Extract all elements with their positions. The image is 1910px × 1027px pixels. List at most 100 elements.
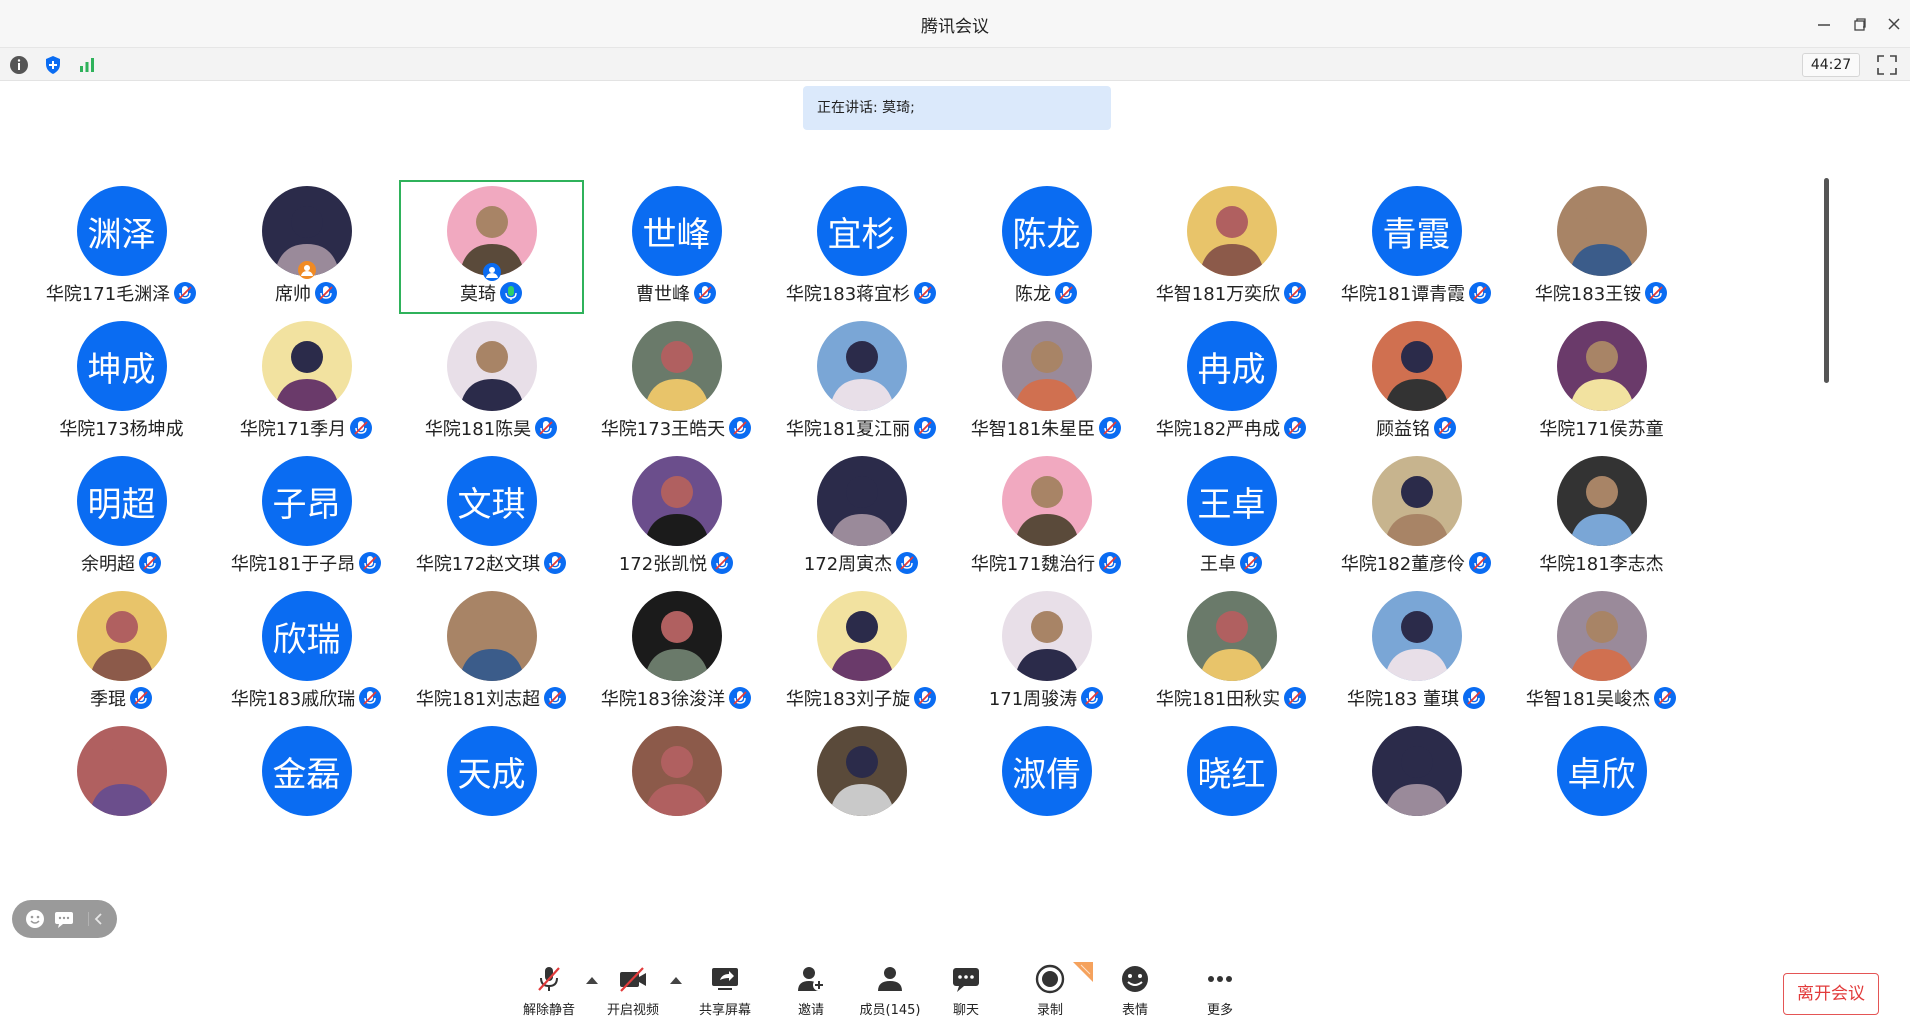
minimize-icon[interactable]: [1812, 12, 1836, 36]
participant-tile[interactable]: 莫琦: [399, 180, 584, 314]
participant-tile[interactable]: 陈龙 陈龙: [954, 180, 1139, 314]
participant-tile[interactable]: 华院183 董琪: [1324, 585, 1509, 719]
chat-button[interactable]: 聊天: [931, 963, 1001, 1018]
participant-tile[interactable]: 华智181万奕欣: [1139, 180, 1324, 314]
participant-name: 华院183 董琪: [1346, 689, 1460, 710]
participant-tile[interactable]: 青霞 华院181谭青霞: [1324, 180, 1509, 314]
participant-tile[interactable]: [1324, 720, 1509, 854]
participant-tile[interactable]: 华院181夏江丽: [769, 315, 954, 449]
participant-tile[interactable]: 天成: [399, 720, 584, 854]
message-icon[interactable]: [53, 908, 75, 930]
participant-tile[interactable]: [769, 720, 954, 854]
participant-tile[interactable]: 欣瑞 华院183戚欣瑞: [214, 585, 399, 719]
members-button[interactable]: 成员(145): [855, 963, 925, 1018]
restore-icon[interactable]: [1848, 12, 1872, 36]
avatar-initials: 世峰: [642, 214, 711, 255]
title-bar: 腾讯会议: [0, 0, 1910, 48]
participant-tile[interactable]: 王卓 王卓: [1139, 450, 1324, 584]
participant-tile[interactable]: 华智181吴峻杰: [1509, 585, 1694, 719]
participant-tile[interactable]: 华院182董彦伶: [1324, 450, 1509, 584]
participant-tile[interactable]: 华院183王铵: [1509, 180, 1694, 314]
participant-tile[interactable]: 顾益铭: [1324, 315, 1509, 449]
audio-options-caret-icon[interactable]: [586, 977, 598, 984]
participant-name-row: 华院181刘志超: [399, 685, 584, 711]
participant-tile[interactable]: [29, 720, 214, 854]
share-screen-icon: [712, 968, 738, 990]
video-options-caret-icon[interactable]: [670, 977, 682, 984]
participant-tile[interactable]: 华院183徐浚洋: [584, 585, 769, 719]
participant-tile[interactable]: 世峰 曹世峰: [584, 180, 769, 314]
leave-meeting-button[interactable]: 离开会议: [1783, 973, 1879, 1015]
participant-tile[interactable]: 席帅: [214, 180, 399, 314]
participant-tile[interactable]: [584, 720, 769, 854]
participant-name-row: 华院181于子昂: [214, 550, 399, 576]
participant-tile[interactable]: 卓欣: [1509, 720, 1694, 854]
avatar: [1001, 456, 1092, 546]
participant-name-row: 华院181陈昊: [399, 415, 584, 441]
cohost-badge-icon: [482, 262, 502, 282]
avatar: 渊泽: [76, 186, 167, 276]
participant-tile[interactable]: 华院171侯苏童: [1509, 315, 1694, 449]
participant-tile[interactable]: 华院173王皓天: [584, 315, 769, 449]
avatar: [1186, 186, 1277, 276]
participant-name: 华院183刘子旋: [785, 689, 911, 710]
participant-tile[interactable]: 华院183刘子旋: [769, 585, 954, 719]
participant-tile[interactable]: 渊泽 华院171毛渊泽: [29, 180, 214, 314]
participant-tile[interactable]: 171周骏涛: [954, 585, 1139, 719]
participant-tile[interactable]: 淑倩: [954, 720, 1139, 854]
mic-muted-icon: [1099, 552, 1122, 574]
participant-tile[interactable]: 金磊: [214, 720, 399, 854]
participant-tile[interactable]: 华院181陈昊: [399, 315, 584, 449]
mic-active-icon: [500, 282, 522, 304]
avatar-initials: 淑倩: [1012, 754, 1081, 795]
fullscreen-icon[interactable]: [1876, 54, 1898, 76]
participant-name-row: 华智181吴峻杰: [1509, 685, 1694, 711]
signal-icon[interactable]: [77, 55, 97, 75]
share-screen-button[interactable]: 共享屏幕: [690, 963, 760, 1018]
participant-tile[interactable]: 季琨: [29, 585, 214, 719]
avatar: 明超: [76, 456, 167, 546]
info-icon[interactable]: [9, 55, 29, 75]
participant-name: 华院182董彦伶: [1340, 554, 1466, 575]
grid-scrollbar[interactable]: [1824, 178, 1829, 383]
start-video-button[interactable]: 开启视频: [598, 963, 668, 1018]
shield-icon[interactable]: [43, 55, 63, 75]
participant-tile[interactable]: 172周寅杰: [769, 450, 954, 584]
emoji-icon[interactable]: [24, 908, 46, 930]
participant-name: 华院181陈昊: [424, 419, 532, 440]
more-label: 更多: [1206, 1003, 1233, 1018]
participant-tile[interactable]: 文琪 华院172赵文琪: [399, 450, 584, 584]
mic-muted-icon: [1284, 417, 1307, 439]
collapse-chevron-icon[interactable]: [87, 908, 110, 930]
reaction-button[interactable]: 表情: [1100, 963, 1170, 1018]
avatar: 宜杉: [816, 186, 907, 276]
participant-tile[interactable]: 冉成 华院182严冉成: [1139, 315, 1324, 449]
participant-name-row: 华智181万奕欣: [1139, 280, 1324, 306]
close-icon[interactable]: [1882, 12, 1906, 36]
participant-name-row: 171周骏涛: [954, 685, 1139, 711]
participant-tile[interactable]: 坤成 华院173杨坤成: [29, 315, 214, 449]
participant-tile[interactable]: 宜杉 华院183蒋宜杉: [769, 180, 954, 314]
participant-tile[interactable]: 明超 余明超: [29, 450, 214, 584]
participant-tile[interactable]: 172张凯悦: [584, 450, 769, 584]
avatar: [446, 321, 537, 411]
mic-muted-icon: [711, 552, 734, 574]
participant-tile[interactable]: 晓红: [1139, 720, 1324, 854]
participant-tile[interactable]: 华院171季月: [214, 315, 399, 449]
unmute-button[interactable]: 解除静音: [514, 963, 584, 1018]
participant-name: 陈龙: [1015, 284, 1051, 305]
participant-tile[interactable]: 华院181刘志超: [399, 585, 584, 719]
floating-reaction-panel[interactable]: [12, 900, 117, 938]
invite-button[interactable]: 邀请: [776, 963, 846, 1018]
participant-tile[interactable]: 华智181朱星臣: [954, 315, 1139, 449]
video-label: 开启视频: [606, 1003, 659, 1018]
more-button[interactable]: 更多: [1185, 963, 1255, 1018]
participant-tile[interactable]: 华院181田秋实: [1139, 585, 1324, 719]
avatar: 晓红: [1186, 726, 1277, 816]
participant-tile[interactable]: 子昂 华院181于子昂: [214, 450, 399, 584]
avatar: [1371, 726, 1462, 816]
participant-name-row: 季琨: [29, 685, 214, 711]
participant-name: 华院173王皓天: [600, 419, 726, 440]
participant-tile[interactable]: 华院171魏治行: [954, 450, 1139, 584]
participant-tile[interactable]: 华院181李志杰: [1509, 450, 1694, 584]
